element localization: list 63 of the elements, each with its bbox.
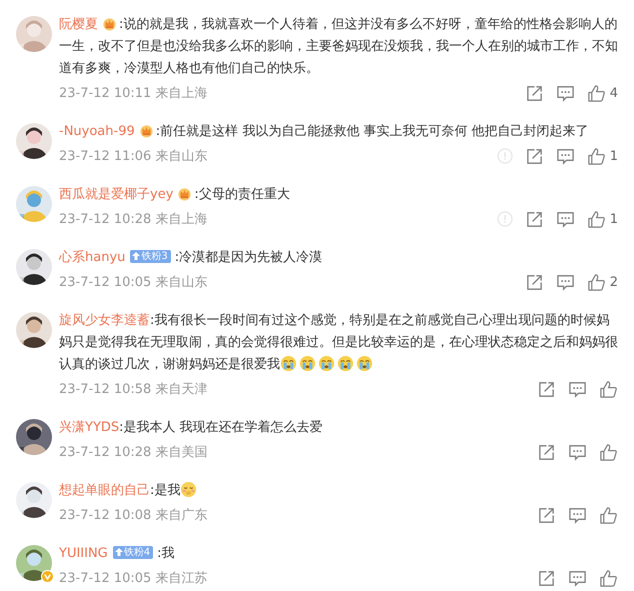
comment-text: 想起单眼的自己:是我 (59, 480, 618, 502)
like-icon[interactable] (586, 210, 606, 228)
comment-text: 心系hanyu 铁粉3 :冷漠都是因为先被人冷漠 (59, 248, 324, 267)
comment-icon[interactable] (556, 210, 575, 228)
share-icon[interactable] (524, 210, 544, 228)
comment-icon[interactable] (556, 84, 575, 102)
like-icon[interactable] (599, 506, 618, 524)
like-icon[interactable] (586, 146, 606, 166)
crying-emoji-icon (318, 355, 335, 372)
crown-icon (102, 16, 117, 31)
comment-time: 23-7-12 10:11 来自上海 (59, 85, 208, 102)
share-icon[interactable] (524, 272, 544, 292)
user-name-link[interactable]: -Nuyoah-99 (59, 124, 135, 139)
comment-text: 阮樱夏 :说的就是我，我就喜欢一个人待着，但这并没有多么不好呀，童年给的性格会影响人的一生，改不了但是也没给我多么坏的影响，主要爸妈现在没烦我，我一个人在别的城市工作，不知道有多爽，冷漠型人格也有他们自己的快乐。 (59, 15, 618, 78)
share-icon[interactable] (537, 568, 556, 588)
like-icon[interactable] (586, 272, 606, 292)
comment-icon[interactable] (568, 380, 587, 398)
comment-text: YUIIING 铁粉4 :我 (59, 544, 176, 563)
comment-icon[interactable] (556, 146, 575, 166)
share-icon[interactable] (524, 84, 544, 102)
crown-icon (177, 186, 192, 201)
comment-icon[interactable] (568, 506, 587, 524)
user-name-link[interactable]: 想起单眼的自己 (59, 483, 150, 498)
like-count: 2 (610, 274, 618, 290)
comment-text: 西瓜就是爱椰子yey :父母的责任重大 (59, 185, 291, 204)
comment-icon[interactable] (556, 272, 575, 292)
user-name-link[interactable]: 旋风少女李逵蓄 (59, 313, 150, 328)
comment-time: 23-7-12 10:28 来自上海 (59, 211, 208, 228)
user-name-link[interactable]: 心系hanyu (59, 250, 126, 265)
comment-time: 23-7-12 10:28 来自美国 (59, 444, 208, 461)
crying-emoji-icon (280, 355, 297, 372)
like-icon[interactable] (586, 84, 606, 102)
shy-emoji-icon (180, 481, 198, 498)
share-icon[interactable] (537, 442, 556, 462)
share-icon[interactable] (524, 146, 544, 166)
crying-emoji-icon (299, 355, 316, 372)
user-name-link[interactable]: 兴潇YYDS (59, 420, 120, 435)
crying-emoji-icon (337, 355, 354, 372)
comment-icon[interactable] (568, 442, 587, 462)
like-icon[interactable] (599, 568, 618, 588)
comment-text: -Nuyoah-99 :前任就是这样 我以为自己能拯救他 事实上我无可奈何 他把自己封闭起来了 (59, 122, 590, 141)
comment-time: 23-7-12 10:58 来自天津 (59, 381, 208, 398)
share-icon[interactable] (537, 506, 556, 524)
like-icon[interactable] (599, 380, 618, 398)
comment-time: 23-7-12 10:05 来自江苏 (59, 570, 208, 587)
like-count: 4 (610, 86, 618, 100)
crown-icon (138, 123, 154, 138)
comment-text: 兴潇YYDS:是我本人 我现在还在学着怎么去爱 (59, 419, 324, 437)
user-name-link[interactable]: YUIIING (59, 546, 108, 561)
comment-time: 23-7-12 11:06 来自山东 (59, 148, 208, 165)
comment-text: 旋风少女李逵蓄:我有很长一段时间有过这个感觉，特别是在之前感觉自己心理出现问题的时候妈妈只是觉得我在无理取闹，真的会觉得很难过。但是比较幸运的是，在心理状态稳定之后和妈妈很认真的谈过几次，谢谢妈妈还是很爱我 (59, 312, 618, 374)
user-name-link[interactable]: 西瓜就是爱椰子yey (59, 187, 174, 202)
crying-emoji-icon (356, 355, 373, 372)
comment-time: 23-7-12 10:05 来自山东 (59, 274, 208, 291)
like-count: 1 (610, 148, 618, 164)
like-icon[interactable] (599, 442, 618, 462)
comment-time: 23-7-12 10:08 来自广东 (59, 507, 208, 524)
share-icon[interactable] (537, 380, 556, 398)
like-count: 1 (610, 212, 618, 226)
comment-icon[interactable] (568, 568, 587, 588)
fan-badge: 铁粉4 (112, 546, 154, 558)
fan-badge: 铁粉3 (130, 250, 171, 262)
user-name-link[interactable]: 阮樱夏 (59, 17, 98, 32)
